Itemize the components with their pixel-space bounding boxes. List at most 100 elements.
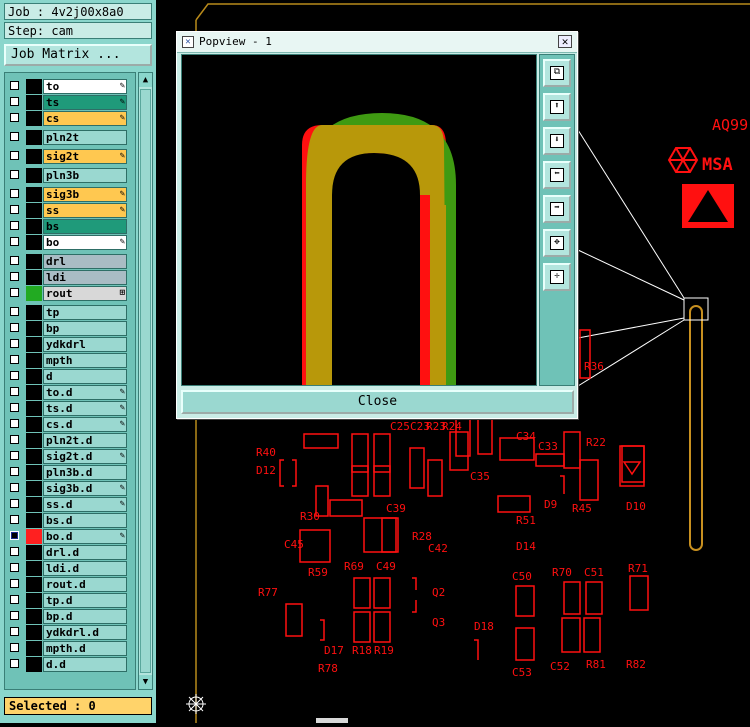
layer-row[interactable]: drl [5,254,135,269]
layer-name[interactable]: sig2t.d ✎ [43,449,127,464]
layer-color-swatch[interactable] [26,203,42,218]
layer-color-swatch[interactable] [26,465,42,480]
layer-name[interactable]: ydkdrl.d [43,625,127,640]
layer-row[interactable]: ldi [5,270,135,285]
layer-row[interactable]: mpth.d [5,641,135,656]
layer-row[interactable]: to.d ✎ [5,385,135,400]
layer-color-swatch[interactable] [26,149,42,164]
layer-checkbox[interactable] [10,355,19,364]
layer-row[interactable]: bp.d [5,609,135,624]
layer-checkbox[interactable] [10,221,19,230]
layer-color-swatch[interactable] [26,168,42,183]
layer-name[interactable]: ldi.d [43,561,127,576]
layer-checkbox[interactable] [10,483,19,492]
layer-name[interactable]: bp.d [43,609,127,624]
layer-name[interactable]: tp.d [43,593,127,608]
layer-checkbox[interactable] [10,563,19,572]
layer-name[interactable]: bs.d [43,513,127,528]
close-icon[interactable]: ✕ [558,35,572,48]
layer-color-swatch[interactable] [26,321,42,336]
layer-checkbox[interactable] [10,288,19,297]
layer-row[interactable]: sig3b ✎ [5,187,135,202]
layer-name[interactable]: ydkdrl [43,337,127,352]
layer-name[interactable]: ss ✎ [43,203,127,218]
layer-checkbox[interactable] [10,371,19,380]
layer-row[interactable]: pln2t [5,130,135,145]
layer-color-swatch[interactable] [26,385,42,400]
layer-name[interactable]: to.d ✎ [43,385,127,400]
layer-checkbox[interactable] [10,515,19,524]
layer-checkbox[interactable] [10,307,19,316]
layer-name[interactable]: drl [43,254,127,269]
layer-checkbox[interactable] [10,419,19,428]
layer-color-swatch[interactable] [26,286,42,301]
layer-row[interactable]: ldi.d [5,561,135,576]
zoom-fit-button[interactable]: ✥ [543,229,571,257]
scroll-thumb[interactable] [140,89,151,673]
layer-name[interactable]: cs ✎ [43,111,127,126]
layer-row[interactable]: pln2t.d [5,433,135,448]
layer-row[interactable]: pln3b [5,168,135,183]
pan-right-button[interactable]: ➡ [543,195,571,223]
layer-color-swatch[interactable] [26,497,42,512]
layer-color-swatch[interactable] [26,545,42,560]
layer-color-swatch[interactable] [26,593,42,608]
layer-row[interactable]: bs.d [5,513,135,528]
layer-row[interactable]: cs ✎ [5,111,135,126]
layer-color-swatch[interactable] [26,433,42,448]
layer-checkbox[interactable] [10,237,19,246]
layer-color-swatch[interactable] [26,79,42,94]
layer-color-swatch[interactable] [26,219,42,234]
zoom-home-button[interactable]: ✛ [543,263,571,291]
layer-name[interactable]: ldi [43,270,127,285]
layer-color-swatch[interactable] [26,513,42,528]
layer-row[interactable]: bs [5,219,135,234]
layer-checkbox[interactable] [10,611,19,620]
layer-name[interactable]: bs [43,219,127,234]
layer-name[interactable]: mpth.d [43,641,127,656]
layer-name[interactable]: rout.d [43,577,127,592]
layer-row[interactable]: rout ⊞ [5,286,135,301]
layer-row[interactable]: bo ✎ [5,235,135,250]
scroll-up-icon[interactable]: ▲ [139,73,152,87]
layer-color-swatch[interactable] [26,609,42,624]
layer-row[interactable]: ss.d ✎ [5,497,135,512]
layer-checkbox[interactable] [10,272,19,281]
layer-checkbox[interactable] [10,81,19,90]
layer-checkbox[interactable] [10,435,19,444]
layer-checkbox[interactable] [10,170,19,179]
zoom-window-button[interactable]: ⧉ [543,59,571,87]
layer-color-swatch[interactable] [26,254,42,269]
layer-color-swatch[interactable] [26,337,42,352]
pan-left-button[interactable]: ⬅ [543,161,571,189]
layer-color-swatch[interactable] [26,95,42,110]
scroll-down-icon[interactable]: ▼ [139,675,152,689]
layer-row[interactable]: pln3b.d [5,465,135,480]
layer-checkbox[interactable] [10,547,19,556]
layer-checkbox[interactable] [10,151,19,160]
popview-viewport[interactable] [181,54,537,386]
layer-checkbox[interactable] [10,659,19,668]
layer-down-button[interactable]: ⬇ [543,127,571,155]
layer-name[interactable]: pln3b.d [43,465,127,480]
layer-color-swatch[interactable] [26,111,42,126]
layer-row[interactable]: bo.d ✎ [5,529,135,544]
layer-name[interactable]: d [43,369,127,384]
layer-checkbox[interactable] [10,627,19,636]
layer-checkbox[interactable] [10,595,19,604]
layer-up-button[interactable]: ⬆ [543,93,571,121]
layer-name[interactable]: pln2t.d [43,433,127,448]
layer-color-swatch[interactable] [26,577,42,592]
layer-name[interactable]: ts ✎ [43,95,127,110]
layer-name[interactable]: mpth [43,353,127,368]
layer-row[interactable]: ss ✎ [5,203,135,218]
layer-checkbox[interactable] [10,499,19,508]
layer-color-swatch[interactable] [26,449,42,464]
layer-name[interactable]: d.d [43,657,127,672]
layer-name[interactable]: ss.d ✎ [43,497,127,512]
layer-checkbox[interactable] [10,323,19,332]
layer-checkbox[interactable] [10,531,19,540]
layer-color-swatch[interactable] [26,401,42,416]
layer-name[interactable]: pln3b [43,168,127,183]
layer-row[interactable]: bp [5,321,135,336]
